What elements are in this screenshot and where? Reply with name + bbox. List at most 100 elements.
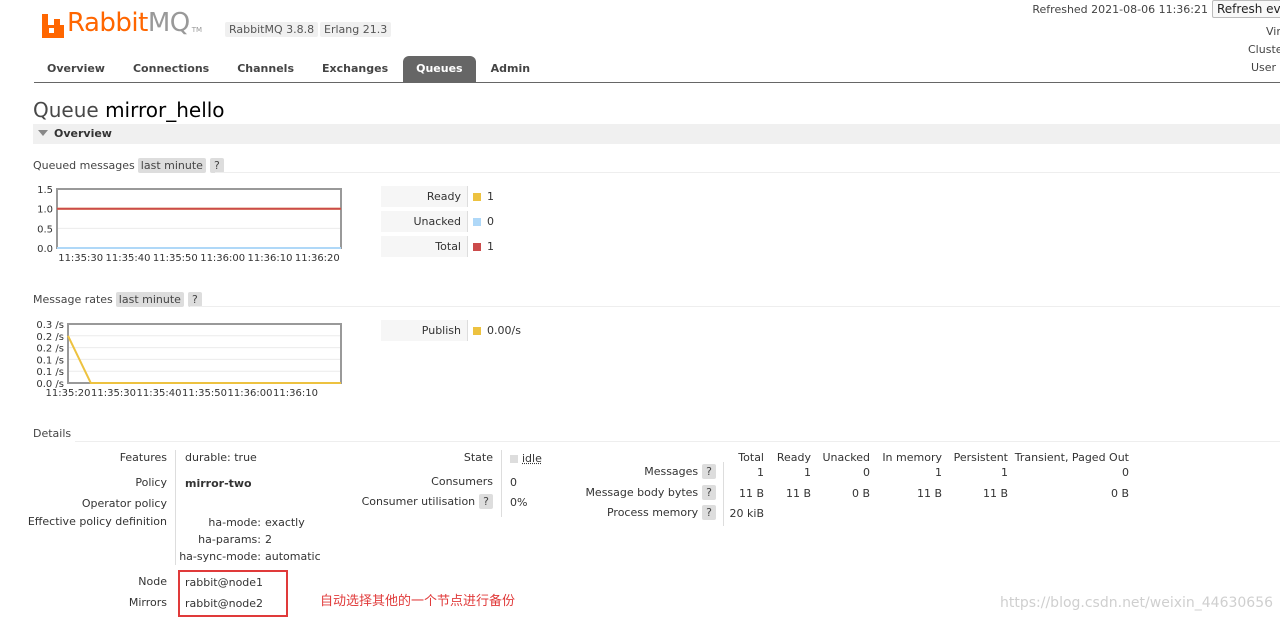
ha-params-value: 2: [265, 533, 272, 546]
cluster-label: Cluste: [1248, 43, 1280, 56]
tab-connections[interactable]: Connections: [120, 56, 222, 82]
legend-unacked-value-cell: 0: [467, 211, 494, 232]
tab-overview[interactable]: Overview: [34, 56, 118, 82]
node-value: rabbit@node1: [185, 576, 263, 589]
annotation-text: 自动选择其他的一个节点进行备份: [320, 590, 515, 609]
col-unacked: Unacked: [822, 451, 870, 464]
legend-ready-label: Ready: [381, 186, 467, 207]
chart2-ytick: 0.2 /s: [36, 332, 64, 343]
ha-params-key: ha-params:: [198, 533, 261, 546]
chart1-ytick: 0.0: [37, 244, 53, 255]
messages-in-memory: 1: [935, 466, 942, 479]
main-nav-tabs: Overview Connections Channels Exchanges …: [34, 56, 545, 82]
chart1-xtick: 11:35:30: [58, 253, 103, 264]
collapse-triangle-icon: [38, 130, 48, 136]
col-in-memory: In memory: [882, 451, 942, 464]
refresh-interval-select[interactable]: Refresh ever: [1212, 0, 1280, 18]
erlang-version-badge: Erlang 21.3: [320, 22, 391, 37]
process-memory-label-text: Process memory: [607, 506, 698, 519]
message-rates-header: Message rates last minute?: [33, 292, 202, 307]
consumer-utilisation-value: 0%: [510, 496, 527, 509]
body-bytes-unacked: 0 B: [852, 487, 870, 500]
chart1-xtick: 11:36:00: [200, 253, 245, 264]
policy-label: Policy: [135, 476, 167, 489]
legend-publish-value: 0.00/s: [487, 324, 521, 337]
tab-admin[interactable]: Admin: [478, 56, 543, 82]
ready-swatch: [473, 193, 481, 201]
messages-row-label: Messages?: [644, 464, 716, 479]
policy-value[interactable]: mirror-two: [185, 477, 252, 490]
effective-policy-label: Effective policy definition: [28, 515, 167, 528]
col-total: Total: [738, 451, 764, 464]
virtual-host-label: Vir: [1266, 25, 1280, 38]
message-body-bytes-help-icon[interactable]: ?: [702, 485, 716, 500]
details-label: Details: [33, 427, 71, 440]
details-divider: [75, 441, 1280, 442]
legend-ready: Ready 1: [381, 186, 494, 207]
queued-messages-range-button[interactable]: last minute: [138, 158, 206, 173]
messages-ready: 1: [804, 466, 811, 479]
state-idle-swatch: [510, 455, 518, 463]
overview-section-title: Overview: [54, 127, 112, 140]
legend-publish-value-cell: 0.00/s: [467, 320, 521, 341]
chart2-ytick: 0.1 /s: [36, 355, 64, 366]
message-rates-legend: Publish 0.00/s: [381, 320, 521, 341]
chart1-ytick: 1.5: [37, 185, 53, 196]
logo-mq-text: MQ: [148, 8, 190, 38]
user-label: User a: [1251, 61, 1280, 74]
queued-messages-legend: Ready 1 Unacked 0 Total 1: [381, 186, 494, 257]
ha-sync-mode-key: ha-sync-mode:: [179, 550, 261, 563]
state-value: idle: [510, 452, 542, 465]
node-label: Node: [138, 575, 167, 588]
process-memory-value: 20 kiB: [730, 507, 764, 520]
queued-messages-help-icon[interactable]: ?: [210, 158, 224, 173]
legend-unacked: Unacked 0: [381, 211, 494, 232]
message-body-bytes-row-label: Message body bytes?: [585, 485, 716, 500]
chart1-xtick: 11:35:50: [153, 253, 198, 264]
body-bytes-in-memory: 11 B: [917, 487, 942, 500]
rabbitmq-version-badge: RabbitMQ 3.8.8: [225, 22, 318, 37]
overview-section-toggle[interactable]: Overview: [33, 124, 1280, 144]
col-ready: Ready: [777, 451, 811, 464]
chart2-ytick: 0.3 /s: [36, 320, 64, 331]
features-label: Features: [120, 451, 167, 464]
process-memory-row-label: Process memory?: [607, 505, 716, 520]
tab-divider: [34, 82, 1280, 83]
publish-swatch: [473, 327, 481, 335]
chart2-xtick: 11:35:40: [137, 388, 182, 399]
message-rates-help-icon[interactable]: ?: [188, 292, 202, 307]
rabbitmq-logo[interactable]: Rabbit MQ TM: [42, 6, 202, 38]
chart1-xtick: 11:36:20: [295, 253, 340, 264]
durable-key: durable:: [185, 451, 231, 464]
message-rates-divider: [190, 306, 1280, 307]
legend-ready-value-cell: 1: [467, 186, 494, 207]
operator-policy-label: Operator policy: [82, 497, 167, 510]
tab-queues[interactable]: Queues: [403, 56, 475, 82]
chart1-ytick: 0.5: [37, 224, 53, 235]
legend-unacked-label: Unacked: [381, 211, 467, 232]
messages-row-label-text: Messages: [644, 465, 698, 478]
legend-publish-label: Publish: [381, 320, 467, 341]
process-memory-help-icon[interactable]: ?: [702, 505, 716, 520]
tab-exchanges[interactable]: Exchanges: [309, 56, 401, 82]
mirrors-label: Mirrors: [129, 596, 167, 609]
message-rates-range-button[interactable]: last minute: [116, 292, 184, 307]
col-transient-paged-out: Transient, Paged Out: [1015, 451, 1129, 464]
body-bytes-persistent: 11 B: [983, 487, 1008, 500]
messages-total: 1: [757, 466, 764, 479]
logo-tm: TM: [192, 26, 202, 34]
chart2-xtick: 11:36:10: [273, 388, 318, 399]
tab-channels[interactable]: Channels: [224, 56, 307, 82]
chart2-xtick: 11:35:30: [91, 388, 136, 399]
message-body-bytes-label-text: Message body bytes: [585, 486, 698, 499]
consumer-utilisation-label: Consumer utilisation?: [362, 494, 493, 509]
page-title-prefix: Queue: [33, 98, 99, 122]
queued-messages-chart: 0.00.51.01.511:35:30 11:35:40 11:35:50 11:3…: [25, 180, 375, 270]
legend-total-value: 1: [487, 240, 494, 253]
consumer-utilisation-help-icon[interactable]: ?: [479, 494, 493, 509]
messages-help-icon[interactable]: ?: [702, 464, 716, 479]
refreshed-timestamp: Refreshed 2021-08-06 11:36:21: [1032, 3, 1208, 16]
message-rates-label: Message rates: [33, 293, 113, 306]
chart2-ytick: 0.1 /s: [36, 367, 64, 378]
csdn-watermark: https://blog.csdn.net/weixin_44630656: [1000, 595, 1273, 611]
